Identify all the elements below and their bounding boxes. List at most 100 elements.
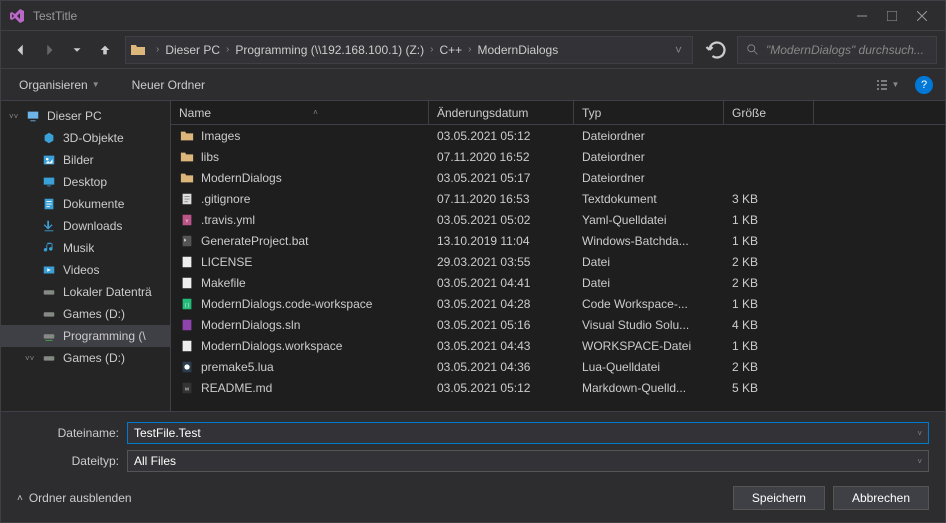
file-name: README.md: [201, 381, 272, 395]
sidebar-item[interactable]: Programming (\: [1, 325, 170, 347]
file-date: 03.05.2021 05:02: [429, 213, 574, 227]
sort-asc-icon: ˄: [313, 108, 318, 117]
nav-forward-button[interactable]: [37, 38, 61, 62]
file-row[interactable]: MREADME.md03.05.2021 05:12Markdown-Quell…: [171, 377, 945, 398]
window-title: TestTitle: [33, 9, 847, 23]
file-size: 4 KB: [724, 318, 814, 332]
file-row[interactable]: { }ModernDialogs.code-workspace03.05.202…: [171, 293, 945, 314]
breadcrumb[interactable]: › Dieser PC › Programming (\\192.168.100…: [125, 36, 693, 64]
file-type: Lua-Quelldatei: [574, 360, 724, 374]
minimize-button[interactable]: [847, 1, 877, 31]
file-size: 3 KB: [724, 192, 814, 206]
navbar: › Dieser PC › Programming (\\192.168.100…: [1, 31, 945, 69]
file-list: Name˄ Änderungsdatum Typ Größe Images03.…: [171, 101, 945, 411]
bottom-panel: Dateiname: TestFile.Test˅ Dateityp: All …: [1, 411, 945, 522]
filetype-select[interactable]: All Files˅: [127, 450, 929, 472]
file-row[interactable]: LICENSE29.03.2021 03:55Datei2 KB: [171, 251, 945, 272]
sidebar-item[interactable]: Videos: [1, 259, 170, 281]
sidebar-item[interactable]: Games (D:): [1, 303, 170, 325]
file-icon: [179, 275, 195, 291]
file-name: GenerateProject.bat: [201, 234, 308, 248]
refresh-button[interactable]: [705, 38, 729, 62]
column-type[interactable]: Typ: [574, 101, 724, 124]
file-row[interactable]: GenerateProject.bat13.10.2019 11:04Windo…: [171, 230, 945, 251]
chevron-down-icon[interactable]: ˅: [669, 43, 688, 57]
maximize-button[interactable]: [877, 1, 907, 31]
file-name: ModernDialogs: [201, 171, 282, 185]
videos-icon: [41, 262, 57, 278]
crumb-item[interactable]: Dieser PC: [163, 43, 222, 57]
sidebar-item[interactable]: ˅˅Dieser PC: [1, 105, 170, 127]
folder-icon: [130, 42, 146, 58]
pictures-icon: [41, 152, 57, 168]
file-row[interactable]: ModernDialogs03.05.2021 05:17Dateiordner: [171, 167, 945, 188]
3d-icon: [41, 130, 57, 146]
file-row[interactable]: ModernDialogs.workspace03.05.2021 04:43W…: [171, 335, 945, 356]
chevron-down-icon[interactable]: ˅: [917, 429, 922, 438]
file-type: Dateiordner: [574, 129, 724, 143]
docs-icon: [41, 196, 57, 212]
file-name: ModernDialogs.code-workspace: [201, 297, 372, 311]
file-size: 2 KB: [724, 276, 814, 290]
filename-input[interactable]: TestFile.Test˅: [127, 422, 929, 444]
chevron-right-icon: ›: [226, 44, 229, 55]
file-row[interactable]: libs07.11.2020 16:52Dateiordner: [171, 146, 945, 167]
text-icon: [179, 191, 195, 207]
sidebar-item[interactable]: ˅˅Games (D:): [1, 347, 170, 369]
file-row[interactable]: Images03.05.2021 05:12Dateiordner: [171, 125, 945, 146]
main-area: ˅˅Dieser PC3D-Objekte Bilder Desktop Dokume…: [1, 101, 945, 411]
view-options-button[interactable]: ▼: [867, 78, 907, 92]
search-input[interactable]: "ModernDialogs" durchsuch...: [737, 36, 937, 64]
column-date[interactable]: Änderungsdatum: [429, 101, 574, 124]
tree-caret-icon: ˅˅: [9, 112, 19, 121]
cancel-button[interactable]: Abbrechen: [833, 486, 929, 510]
crumb-item[interactable]: ModernDialogs: [476, 43, 561, 57]
file-row[interactable]: premake5.lua03.05.2021 04:36Lua-Quelldat…: [171, 356, 945, 377]
hide-folders-button[interactable]: ˄Ordner ausblenden: [17, 491, 132, 505]
file-type: Markdown-Quelld...: [574, 381, 724, 395]
sidebar-item[interactable]: Musik: [1, 237, 170, 259]
nav-back-button[interactable]: [9, 38, 33, 62]
sidebar-item[interactable]: Bilder: [1, 149, 170, 171]
new-folder-button[interactable]: Neuer Ordner: [126, 78, 211, 92]
file-name: .travis.yml: [201, 213, 255, 227]
filename-label: Dateiname:: [17, 426, 127, 440]
vs-icon: [9, 8, 25, 24]
file-row[interactable]: Makefile03.05.2021 04:41Datei2 KB: [171, 272, 945, 293]
sidebar-item[interactable]: Lokaler Datenträ: [1, 281, 170, 303]
organize-button[interactable]: Organisieren▼: [13, 78, 106, 92]
help-button[interactable]: ?: [915, 76, 933, 94]
file-name: premake5.lua: [201, 360, 274, 374]
crumb-item[interactable]: Programming (\\192.168.100.1) (Z:): [233, 43, 426, 57]
sidebar-item[interactable]: Downloads: [1, 215, 170, 237]
crumb-item[interactable]: C++: [437, 43, 464, 57]
sidebar-item-label: Dokumente: [63, 197, 124, 211]
column-size[interactable]: Größe: [724, 101, 814, 124]
file-date: 03.05.2021 05:16: [429, 318, 574, 332]
downloads-icon: [41, 218, 57, 234]
sidebar-item[interactable]: Desktop: [1, 171, 170, 193]
nav-up-button[interactable]: [93, 38, 117, 62]
nav-recent-button[interactable]: [65, 38, 89, 62]
file-row[interactable]: Y.travis.yml03.05.2021 05:02Yaml-Quellda…: [171, 209, 945, 230]
drive-icon: [41, 350, 57, 366]
save-button[interactable]: Speichern: [733, 486, 825, 510]
file-row[interactable]: .gitignore07.11.2020 16:53Textdokument3 …: [171, 188, 945, 209]
chevron-down-icon[interactable]: ˅: [917, 457, 922, 466]
sidebar-item-label: Bilder: [63, 153, 94, 167]
sidebar-item[interactable]: 3D-Objekte: [1, 127, 170, 149]
file-type: Yaml-Quelldatei: [574, 213, 724, 227]
file-row[interactable]: ModernDialogs.sln03.05.2021 05:16Visual …: [171, 314, 945, 335]
pc-icon: [25, 108, 41, 124]
close-button[interactable]: [907, 1, 937, 31]
file-dialog-window: TestTitle › Dieser PC › Programming (\\1…: [0, 0, 946, 523]
file-name: LICENSE: [201, 255, 252, 269]
search-placeholder: "ModernDialogs" durchsuch...: [766, 43, 924, 57]
sidebar-item[interactable]: Dokumente: [1, 193, 170, 215]
file-date: 07.11.2020 16:52: [429, 150, 574, 164]
sidebar-item-label: Desktop: [63, 175, 107, 189]
file-size: 5 KB: [724, 381, 814, 395]
column-name[interactable]: Name˄: [171, 101, 429, 124]
chevron-down-icon: ▼: [92, 80, 100, 89]
file-type: Visual Studio Solu...: [574, 318, 724, 332]
